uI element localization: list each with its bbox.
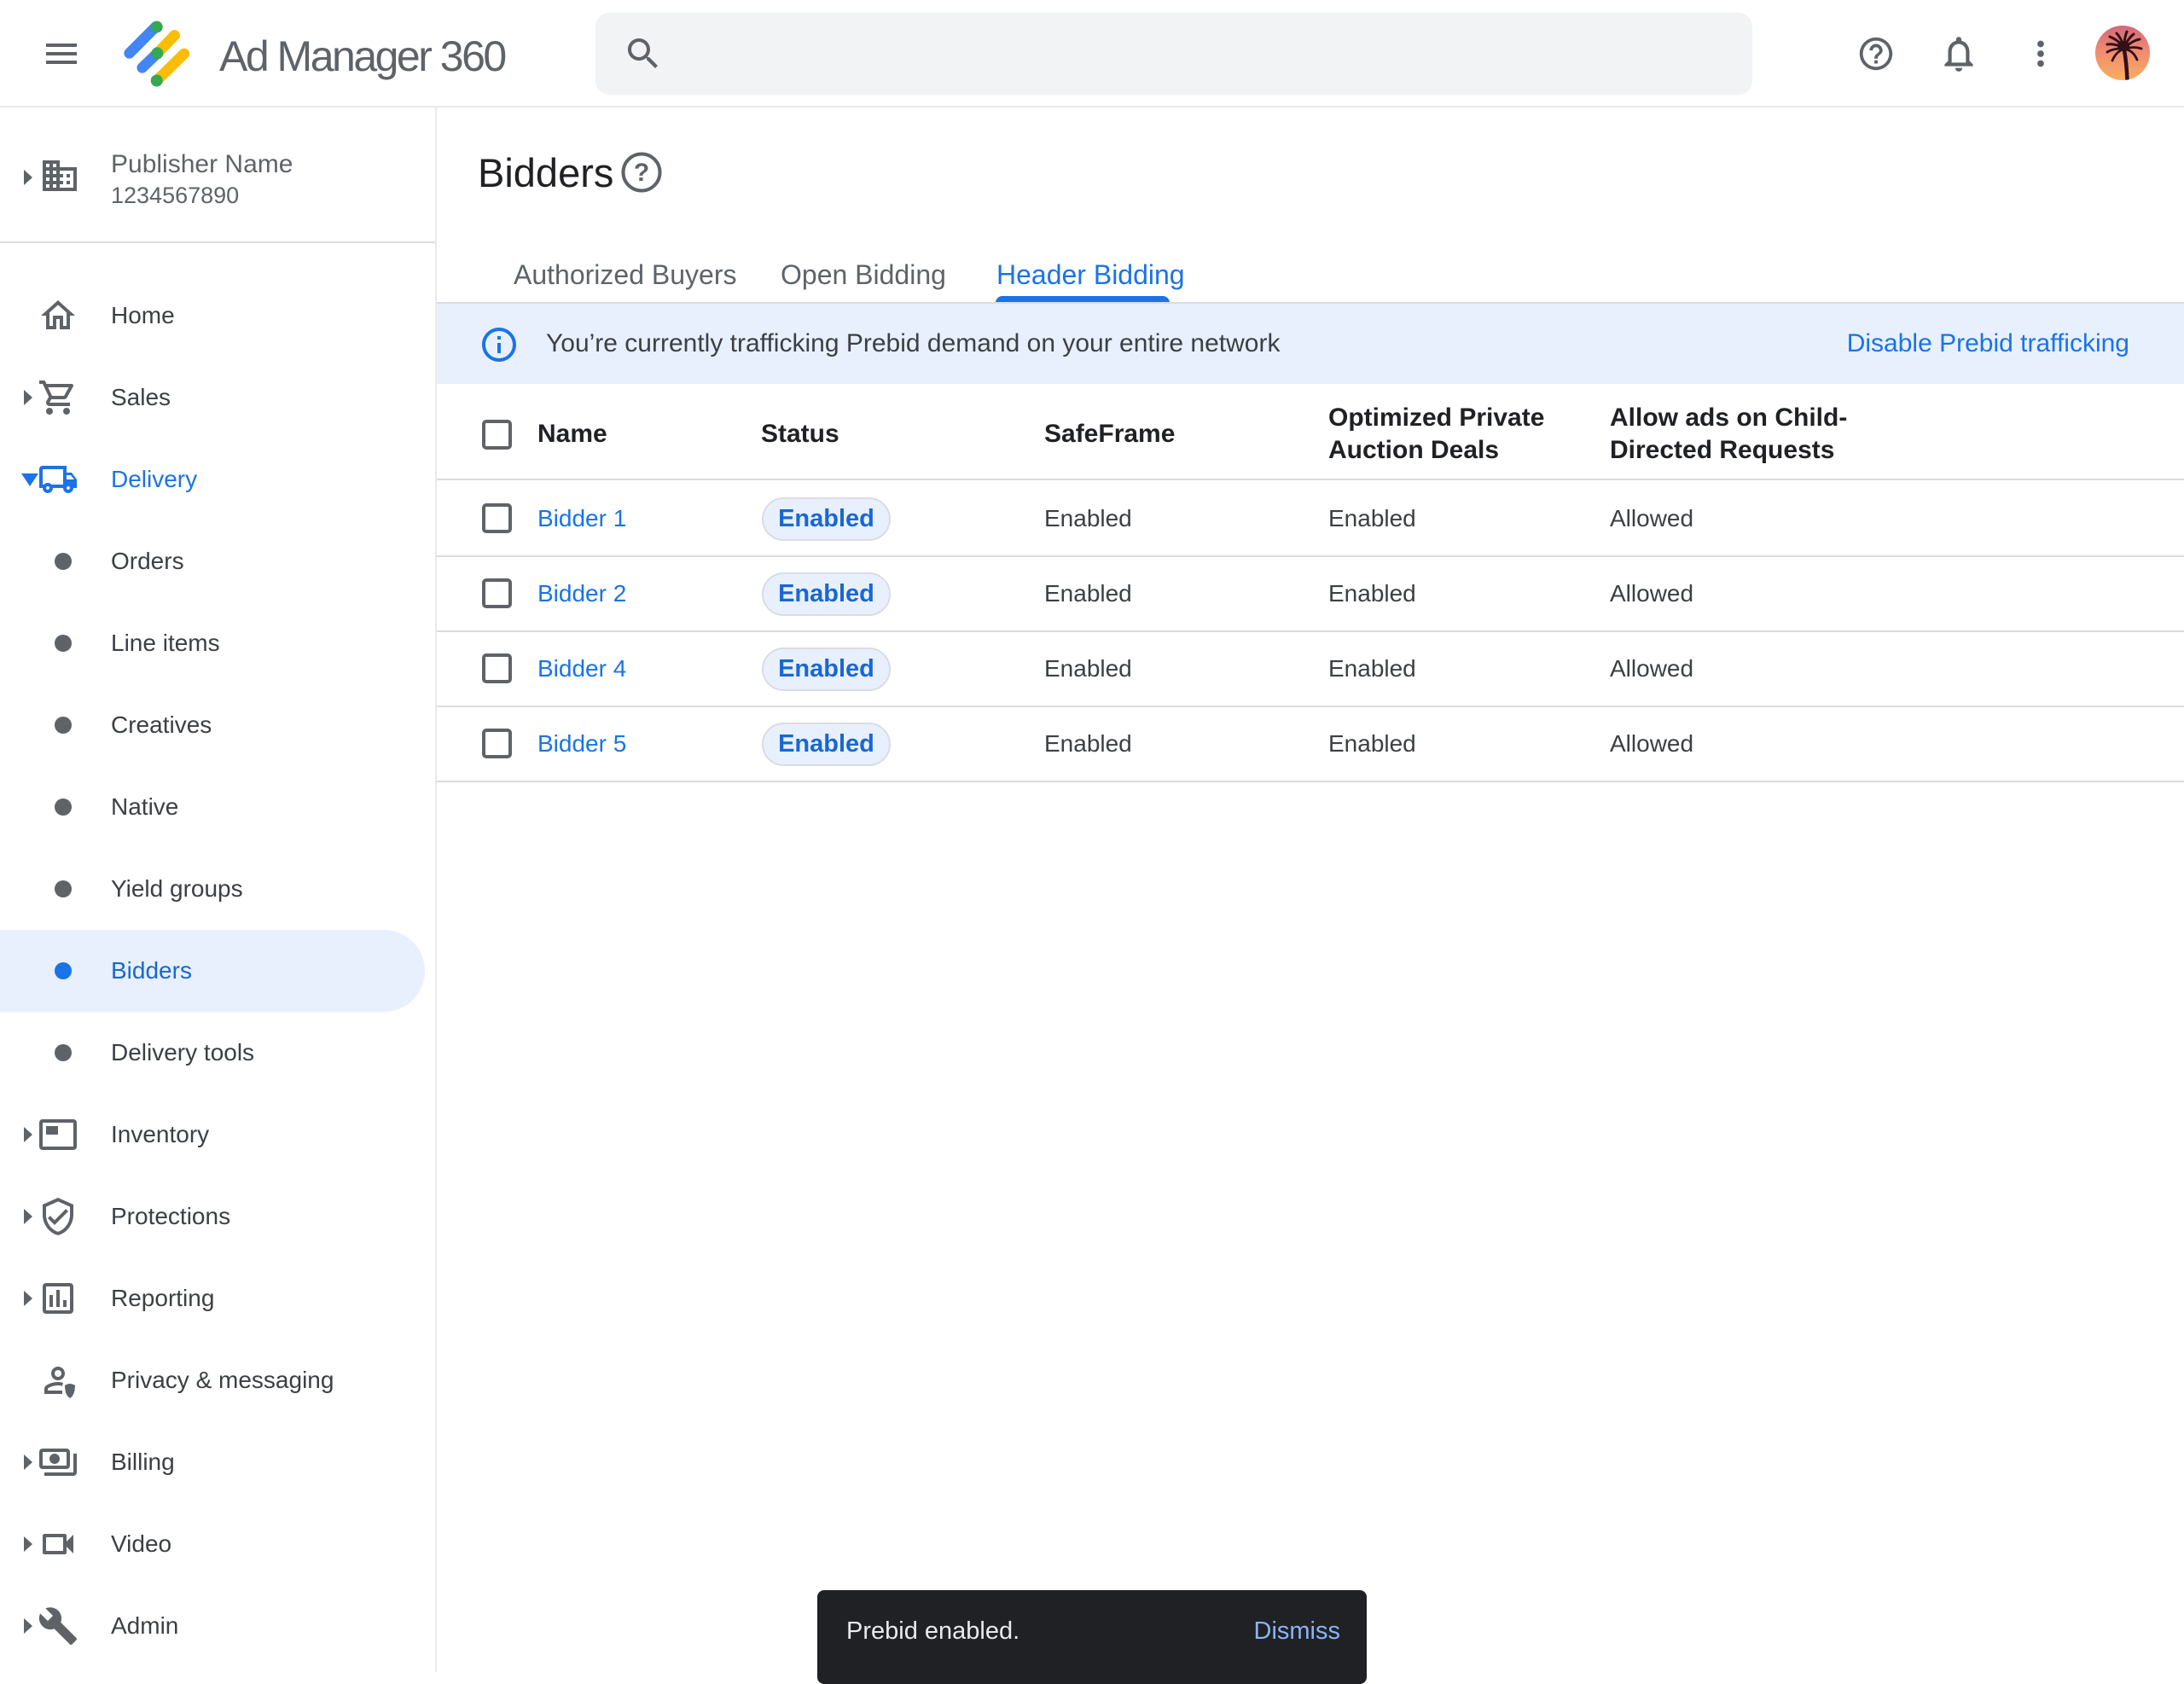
svg-text:?: ? [634, 159, 649, 187]
